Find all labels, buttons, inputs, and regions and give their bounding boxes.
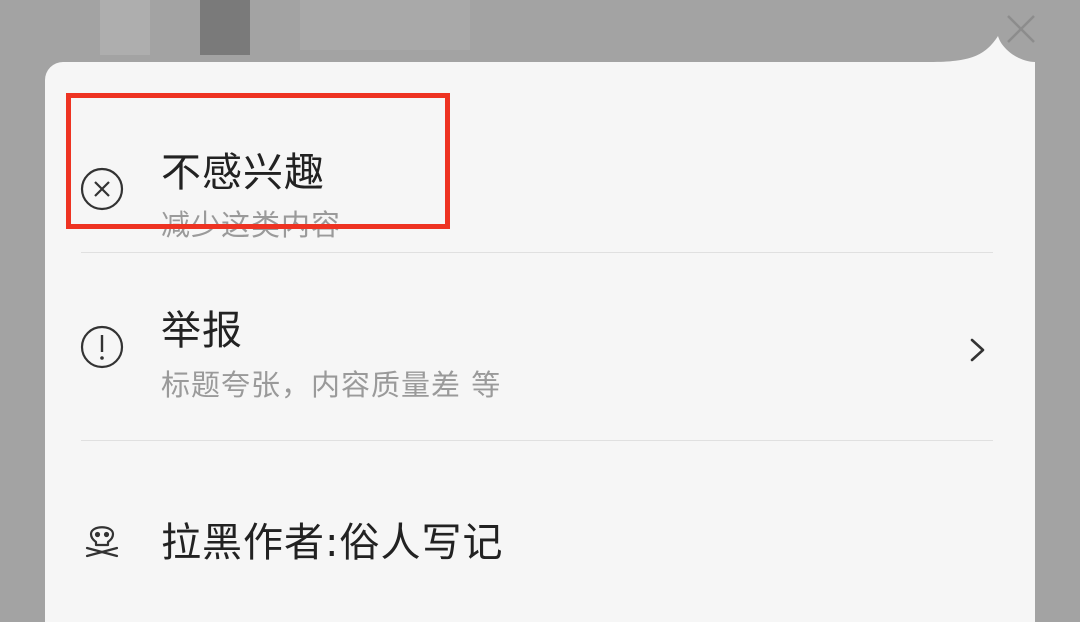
background-blur-block <box>200 0 250 55</box>
chevron-right-icon <box>970 338 985 362</box>
skull-icon <box>85 526 119 558</box>
menu-item-report[interactable]: 举报 标题夸张，内容质量差 等 <box>45 254 1035 442</box>
menu-item-not-interested[interactable]: 不感兴趣 减少这类内容 <box>45 92 1035 252</box>
background-blur-block <box>300 0 470 50</box>
background-blur-block <box>100 0 150 55</box>
menu-item-title: 举报 <box>161 308 243 354</box>
circle-x-icon <box>80 167 124 211</box>
divider <box>81 252 993 253</box>
menu-item-title: 不感兴趣 <box>161 150 325 196</box>
exclamation-circle-icon <box>80 325 124 369</box>
feedback-menu-panel: 不感兴趣 减少这类内容 举报 标题夸张，内容质量差 等 拉黑作者:俗人写记 <box>45 62 1035 622</box>
menu-item-subtitle: 标题夸张，内容质量差 等 <box>161 368 502 402</box>
menu-item-title: 拉黑作者:俗人写记 <box>161 520 504 566</box>
menu-item-subtitle: 减少这类内容 <box>161 208 342 242</box>
divider <box>81 440 993 441</box>
menu-item-block-author[interactable]: 拉黑作者:俗人写记 <box>45 442 1035 622</box>
